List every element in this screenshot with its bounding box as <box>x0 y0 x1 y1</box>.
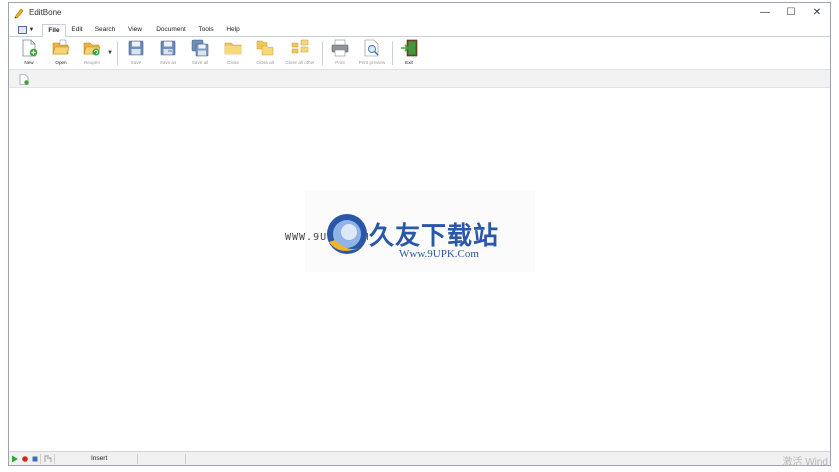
print-label: Print <box>335 60 345 65</box>
tab-help[interactable]: Help <box>222 24 244 37</box>
save-disk-icon <box>128 40 144 56</box>
activate-windows-text: 激活 Wind <box>782 457 828 468</box>
tab-search[interactable]: Search <box>92 24 118 37</box>
new-file-icon <box>22 39 38 57</box>
tab-document[interactable]: Document <box>153 24 189 37</box>
print-preview-button[interactable]: Print preview <box>357 39 387 69</box>
exit-label: Exit <box>405 60 413 65</box>
ribbon-separator <box>322 41 323 65</box>
insert-mode-indicator: Insert <box>91 455 108 462</box>
print-preview-label: Print preview <box>358 60 386 65</box>
document-toolbar <box>9 70 830 88</box>
print-preview-icon <box>364 39 379 57</box>
reopen-label: Reopen <box>83 60 101 65</box>
ribbon-separator <box>117 41 118 65</box>
close-label: Close <box>227 60 239 65</box>
close-all-other-button[interactable]: Close all other <box>285 39 315 69</box>
close-all-label: Close all <box>256 60 274 65</box>
status-bar: Insert 激活 Wind <box>9 451 830 468</box>
save-all-icon <box>191 39 209 57</box>
close-folder-icon <box>224 42 242 55</box>
title-bar: EditBone — ☐ ✕ <box>9 3 830 22</box>
close-file-button[interactable]: Close <box>218 39 248 69</box>
status-divider <box>137 454 138 464</box>
tab-view[interactable]: View <box>124 24 146 37</box>
status-divider <box>185 454 186 464</box>
save-all-label: Save all <box>191 60 209 65</box>
chevron-down-icon: ▼ <box>28 27 35 33</box>
tab-file[interactable]: File <box>42 24 66 38</box>
ribbon-tab-bar: ▼ File Edit Search View Document Tools H… <box>9 22 830 38</box>
print-button[interactable]: Print <box>325 39 355 69</box>
tab-edit[interactable]: Edit <box>68 24 86 37</box>
close-all-icon <box>256 40 274 56</box>
watermark-chinese: 久友下载站 <box>369 221 500 250</box>
save-as-label: Save as <box>159 60 177 65</box>
app-menu-icon <box>17 26 27 34</box>
new-label: New <box>24 60 34 65</box>
close-button[interactable]: ✕ <box>804 3 830 22</box>
tab-tools[interactable]: Tools <box>195 24 217 37</box>
window-controls: — ☐ ✕ <box>752 3 830 22</box>
record-icon[interactable] <box>21 455 29 463</box>
close-all-other-icon <box>291 39 309 54</box>
status-divider <box>40 454 41 464</box>
open-folder-icon <box>52 39 70 55</box>
exit-door-icon <box>401 39 418 57</box>
reopen-dropdown-chevron-icon[interactable]: ▼ <box>107 50 113 56</box>
save-all-button[interactable]: Save all <box>185 39 215 69</box>
close-all-button[interactable]: Close all <box>250 39 280 69</box>
watermark: WWW.9UPK.COM 久友下载站 Www.9UPK.Com <box>285 190 535 272</box>
status-divider <box>54 454 55 464</box>
minimize-button[interactable]: — <box>752 3 778 22</box>
watermark-logo <box>327 214 367 254</box>
new-button[interactable]: New <box>14 39 44 69</box>
save-as-button[interactable]: Save as <box>153 39 183 69</box>
ribbon-separator <box>392 41 393 65</box>
application-menu-button[interactable]: ▼ <box>13 24 39 36</box>
macro-icon[interactable] <box>44 455 52 463</box>
maximize-button[interactable]: ☐ <box>778 3 804 22</box>
editor-area[interactable]: WWW.9UPK.COM 久友下载站 Www.9UPK.Com <box>9 88 830 451</box>
reopen-folder-icon <box>83 42 101 56</box>
close-all-other-label: Close all other <box>285 60 315 65</box>
save-button[interactable]: Save <box>121 39 151 69</box>
play-icon[interactable] <box>11 455 19 463</box>
ribbon-panel: New Open Reopen ▼ Save Save as Save all … <box>9 37 830 70</box>
window-title: EditBone <box>29 8 62 17</box>
watermark-url: Www.9UPK.Com <box>399 248 479 260</box>
exit-button[interactable]: Exit <box>394 39 424 69</box>
save-as-icon <box>160 40 176 56</box>
printer-icon <box>331 39 349 57</box>
app-window: EditBone — ☐ ✕ ▼ File Edit Search View D… <box>8 2 831 468</box>
editbone-app-icon <box>14 8 24 18</box>
open-label: Open <box>55 60 67 65</box>
new-document-tab-icon[interactable] <box>19 74 29 85</box>
save-label: Save <box>130 60 142 65</box>
reopen-button[interactable]: Reopen <box>77 39 107 69</box>
stop-icon[interactable] <box>31 455 39 463</box>
open-button[interactable]: Open <box>46 39 76 69</box>
